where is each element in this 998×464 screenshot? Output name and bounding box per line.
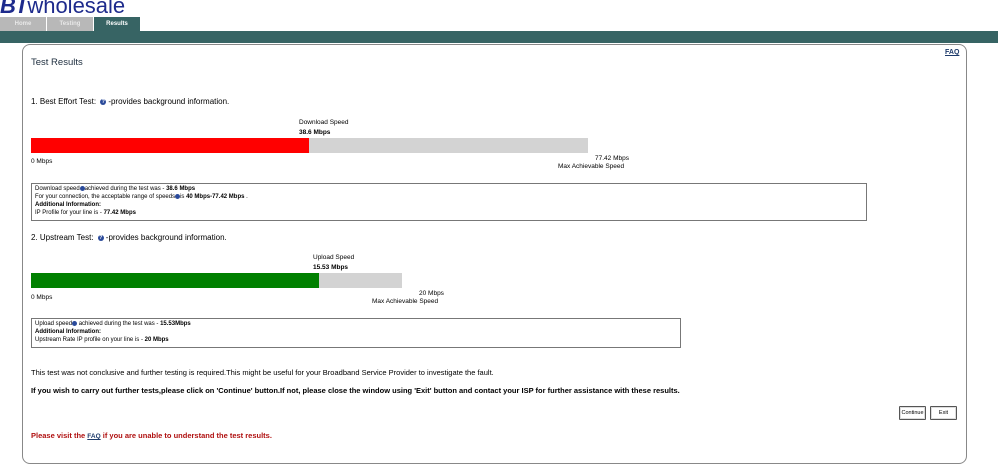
top-bar bbox=[0, 31, 998, 43]
upstream-label-prefix: 2. Upstream Test: bbox=[31, 233, 94, 242]
download-info-line3: Additional Information: bbox=[35, 202, 101, 208]
faq-link-top[interactable]: FAQ bbox=[945, 49, 959, 56]
info-value: 40 Mbps-77.42 Mbps bbox=[186, 194, 245, 200]
best-effort-label: 1. Best Effort Test: ? -provides backgrou… bbox=[31, 97, 229, 106]
inconclusive-message: This test was not conclusive and further… bbox=[31, 368, 494, 377]
info-value: 77.42 Mbps bbox=[103, 210, 136, 216]
info-text: achieved during the test was - bbox=[84, 186, 167, 192]
bt-wholesale-logo: BTwholesale bbox=[0, 0, 125, 17]
tab-home[interactable]: Home bbox=[0, 17, 46, 31]
upstream-label-suffix: -provides background information. bbox=[105, 233, 227, 242]
instructions-message: If you wish to carry out further tests,p… bbox=[31, 386, 680, 395]
upload-max-value: 20 Mbps bbox=[419, 290, 444, 297]
upload-speed-title: Upload Speed bbox=[313, 254, 355, 261]
tab-results[interactable]: Results bbox=[94, 17, 140, 31]
info-value: 20 Mbps bbox=[144, 337, 169, 343]
info-text: Download speed bbox=[35, 186, 80, 192]
info-value: 15.53Mbps bbox=[160, 321, 191, 327]
download-info-line2: For your connection, the acceptable rang… bbox=[35, 193, 863, 201]
info-text: Upload speed bbox=[35, 321, 73, 327]
logo-wholesale: wholesale bbox=[27, 0, 126, 18]
upload-info-box: Upload speed achieved during the test wa… bbox=[31, 318, 681, 348]
results-panel: FAQ Test Results 1. Best Effort Test: ? -… bbox=[22, 44, 967, 464]
upstream-label: 2. Upstream Test: ? -provides background … bbox=[31, 233, 227, 242]
info-text: For your connection, the acceptable rang… bbox=[35, 194, 176, 200]
nav-tabs: Home Testing Results bbox=[0, 17, 141, 31]
info-text: . bbox=[244, 194, 248, 200]
download-speed-value: 38.6 Mbps bbox=[299, 129, 331, 136]
download-max-value: 77.42 Mbps bbox=[595, 155, 629, 162]
best-effort-label-suffix: -provides background information. bbox=[108, 97, 230, 106]
upload-info-line1: Upload speed achieved during the test wa… bbox=[35, 320, 677, 328]
continue-button[interactable]: Continue bbox=[899, 406, 926, 420]
info-text: Upstream Rate IP profile on your line is… bbox=[35, 337, 145, 343]
download-info-line4: IP Profile for your line is - 77.42 Mbps bbox=[35, 209, 863, 217]
visit-text: if you are unable to understand the test… bbox=[100, 431, 272, 440]
tab-testing[interactable]: Testing bbox=[47, 17, 93, 31]
visit-text: Please visit the bbox=[31, 431, 88, 440]
download-max-label: Max Achievable Speed bbox=[558, 163, 625, 170]
upload-max-label: Max Achievable Speed bbox=[372, 298, 439, 305]
help-icon[interactable]: ? bbox=[97, 234, 104, 241]
best-effort-label-prefix: 1. Best Effort Test: bbox=[31, 97, 97, 106]
upload-speed-fill bbox=[31, 273, 320, 288]
download-speed-bar bbox=[31, 138, 588, 153]
download-min-label: 0 Mbps bbox=[31, 158, 53, 165]
info-text: IP Profile for your line is - bbox=[35, 210, 104, 216]
upload-info-line2: Additional Information: bbox=[35, 329, 101, 335]
download-info-line1: Download speed achieved during the test w… bbox=[35, 185, 863, 193]
upload-speed-bar bbox=[31, 273, 402, 288]
upload-info-line3: Upstream Rate IP profile on your line is… bbox=[35, 336, 677, 344]
help-icon[interactable]: ? bbox=[100, 98, 107, 105]
download-info-box: Download speed achieved during the test w… bbox=[31, 183, 867, 221]
upload-min-label: 0 Mbps bbox=[31, 294, 53, 301]
faq-visit-message: Please visit the FAQ if you are unable t… bbox=[31, 431, 272, 440]
faq-link-bottom[interactable]: FAQ bbox=[87, 433, 100, 440]
upload-speed-value: 15.53 Mbps bbox=[313, 264, 349, 271]
page-title: Test Results bbox=[31, 57, 83, 68]
download-speed-fill bbox=[31, 138, 309, 153]
download-speed-title: Download Speed bbox=[299, 119, 349, 126]
info-text: achieved during the test was - bbox=[77, 321, 161, 327]
exit-button[interactable]: Exit bbox=[930, 406, 957, 420]
logo-bt: BT bbox=[0, 0, 28, 18]
info-value: 38.6 Mbps bbox=[166, 186, 196, 192]
